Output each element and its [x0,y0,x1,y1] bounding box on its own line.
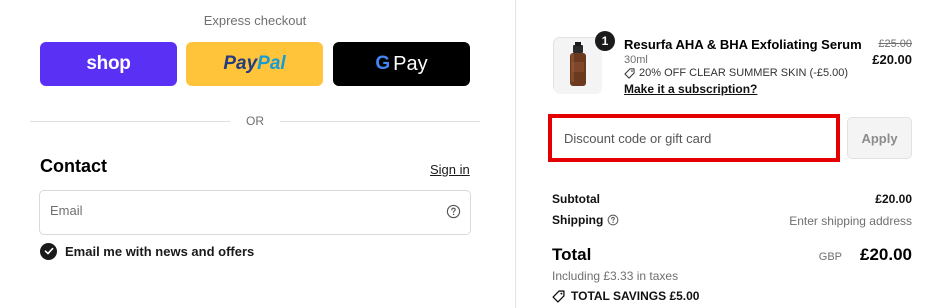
express-checkout-title: Express checkout [203,13,307,28]
shop-pay-label: shop [86,53,131,74]
total-label: Total [552,245,592,264]
or-divider: OR [30,112,480,130]
apply-button[interactable]: Apply [847,117,912,159]
checkmark-icon [44,247,53,255]
shipping-help-icon[interactable] [607,214,619,226]
shop-pay-button[interactable]: shop [40,42,177,86]
original-price: £25.00 [878,38,912,50]
taxes-note: Including £3.33 in taxes [552,269,679,283]
total-value: £20.00 [860,245,912,264]
subtotal-label: Subtotal [552,192,600,206]
order-summary-panel: 1 Resurfa AHA & BHA Exfoliating Serum 30… [516,0,950,308]
paypal-label-part2: Pal [257,53,286,74]
divider-line [30,120,230,122]
shipping-label: Shipping [552,213,604,227]
newsletter-checkbox[interactable] [40,242,57,260]
paypal-button[interactable]: Pay Pal [186,42,323,86]
google-pay-button[interactable]: G Pay [333,42,470,86]
quantity-badge: 1 [595,31,615,51]
email-field-container [39,190,471,235]
google-g-icon: G [375,53,391,74]
serum-bottle-image [554,38,602,94]
google-pay-label: Pay [393,52,428,75]
product-price: £20.00 [872,52,912,67]
subscription-link[interactable]: Make it a subscription? [624,82,757,96]
newsletter-checkbox-row[interactable]: Email me with news and offers [40,242,254,260]
contact-heading: Contact [40,156,107,176]
or-text: OR [246,114,264,128]
shipping-label-row: Shipping [552,213,619,227]
tag-icon [624,67,635,79]
contact-panel: Express checkout shop Pay Pal G Pay OR Co… [0,0,515,308]
product-name: Resurfa AHA & BHA Exfoliating Serum [624,37,862,52]
savings-tag-icon [552,289,565,303]
product-variant: 30ml [624,54,648,66]
product-discount: 20% OFF CLEAR SUMMER SKIN (-£5.00) [624,67,848,79]
subtotal-value: £20.00 [875,192,912,206]
divider-line [280,120,480,122]
help-icon[interactable] [446,204,461,219]
sign-in-link[interactable]: Sign in [430,162,470,177]
email-field[interactable] [50,203,430,218]
discount-highlight-box [548,114,840,162]
discount-code-input[interactable] [556,122,832,154]
product-discount-text: 20% OFF CLEAR SUMMER SKIN (-£5.00) [639,67,849,79]
newsletter-label: Email me with news and offers [65,243,255,259]
product-thumbnail [553,37,602,94]
total-savings-text: TOTAL SAVINGS £5.00 [571,289,700,303]
currency-code: GBP [818,251,842,263]
paypal-label-part1: Pay [223,53,258,74]
shipping-value: Enter shipping address [789,214,912,228]
total-savings: TOTAL SAVINGS £5.00 [552,289,699,303]
